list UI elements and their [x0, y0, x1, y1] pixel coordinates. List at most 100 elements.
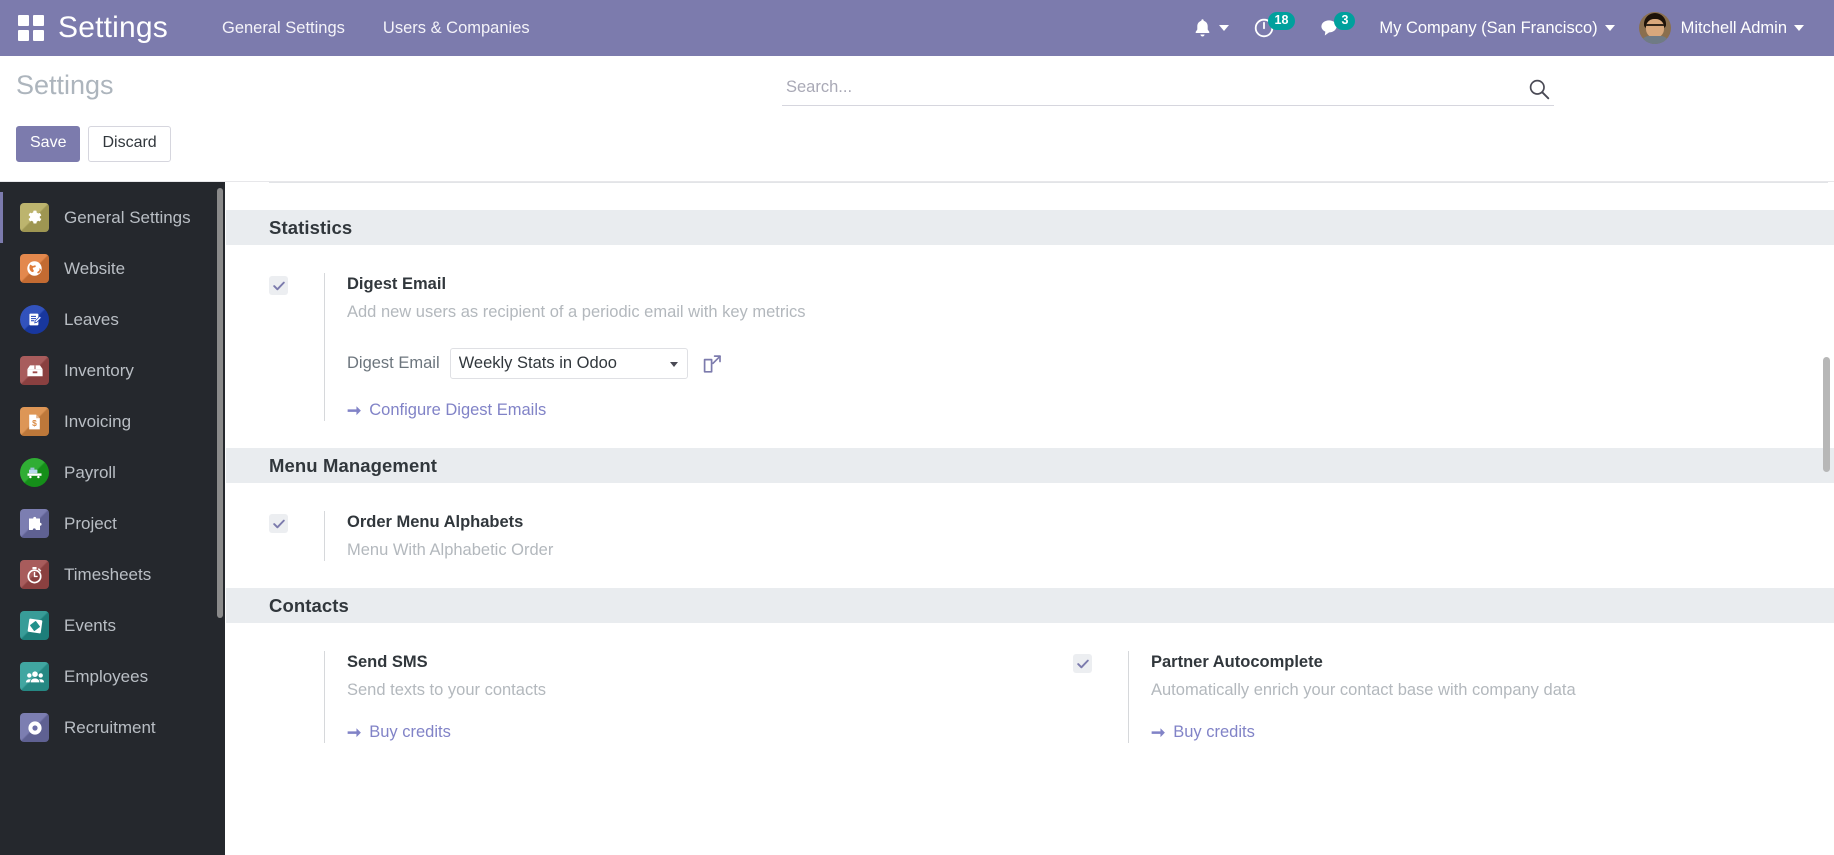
link-label: Buy credits [369, 723, 451, 741]
setting-text-block: Send SMS Send texts to your contacts ➞ B… [324, 651, 1030, 743]
diamond-ticket-icon [20, 611, 49, 640]
send-sms-checkbox[interactable] [269, 654, 288, 673]
digest-email-select[interactable]: Weekly Stats in Odoo [449, 348, 688, 379]
setting-text-block: Digest Email Add new users as recipient … [324, 273, 1030, 421]
section-title: Statistics [269, 216, 353, 238]
user-menu-button[interactable]: Mitchell Admin [1627, 0, 1816, 56]
sidebar-item-leaves[interactable]: Leaves [0, 294, 225, 345]
setting-label: Partner Autocomplete [1151, 653, 1323, 671]
avatar-body [1640, 36, 1669, 44]
sidebar-item-recruitment[interactable]: Recruitment [0, 702, 225, 753]
sidebar-item-events[interactable]: Events [0, 600, 225, 651]
digest-email-selected-value: Weekly Stats in Odoo [458, 354, 617, 372]
external-link-icon[interactable] [701, 353, 723, 375]
apps-grid-square [18, 30, 29, 41]
settings-sidebar: General Settings Website Leaves Inventor… [0, 182, 225, 855]
user-name-label: Mitchell Admin [1680, 18, 1787, 37]
arrow-right-icon: ➞ [1151, 723, 1166, 742]
setting-description: Send texts to your contacts [347, 681, 547, 699]
control-panel: Settings Save Discard [0, 56, 1834, 182]
sidebar-item-invoicing[interactable]: $ Invoicing [0, 396, 225, 447]
gear-icon [20, 203, 49, 232]
sidebar-scrollbar-thumb[interactable] [217, 188, 223, 618]
notepad-pencil-icon [20, 305, 49, 334]
discard-button[interactable]: Discard [88, 126, 171, 162]
apps-grid-square [33, 30, 44, 41]
sidebar-item-inventory[interactable]: Inventory [0, 345, 225, 396]
sidebar-item-employees[interactable]: Employees [0, 651, 225, 702]
partner-autocomplete-buy-credits-link[interactable]: ➞ Buy credits [1151, 723, 1255, 742]
breadcrumb[interactable]: Settings [16, 70, 114, 101]
sidebar-item-project[interactable]: Project [0, 498, 225, 549]
invoice-dollar-icon: $ [20, 407, 49, 436]
chevron-down-icon [1794, 25, 1804, 31]
section-title: Contacts [269, 594, 349, 616]
section-body-statistics: Digest Email Add new users as recipient … [226, 245, 1834, 421]
section-header-contacts: Contacts [226, 588, 1834, 623]
search-input-wrapper [782, 74, 1554, 106]
chevron-down-icon [1604, 25, 1615, 31]
company-switcher[interactable]: My Company (San Francisco) [1367, 0, 1626, 56]
order-menu-alphabets-checkbox[interactable] [269, 514, 288, 533]
sidebar-items: General Settings Website Leaves Inventor… [0, 182, 225, 753]
apps-grid-icon[interactable] [18, 15, 44, 41]
sidebar-item-label: Recruitment [64, 717, 156, 737]
content-scrollbar-thumb[interactable] [1823, 357, 1830, 472]
setting-text-block: Partner Autocomplete Automatically enric… [1128, 651, 1834, 743]
apps-grid-square [18, 15, 29, 26]
avatar [1638, 12, 1671, 44]
navbar-menu: General Settings Users & Companies [220, 13, 532, 44]
activity-badge-count: 18 [1267, 12, 1296, 30]
recruitment-icon [20, 713, 49, 742]
sidebar-item-website[interactable]: Website [0, 243, 225, 294]
save-button[interactable]: Save [16, 126, 81, 162]
chevron-down-icon [1218, 25, 1229, 31]
nav-item-users-companies[interactable]: Users & Companies [381, 13, 532, 44]
setting-partner-autocomplete: Partner Autocomplete Automatically enric… [1030, 651, 1834, 743]
digest-email-field-row: Digest Email Weekly Stats in Odoo [347, 348, 1030, 379]
configure-digest-emails-link[interactable]: ➞ Configure Digest Emails [347, 401, 546, 420]
nav-item-general-settings[interactable]: General Settings [220, 13, 347, 44]
sidebar-item-timesheets[interactable]: Timesheets [0, 549, 225, 600]
section-header-menu-management: Menu Management [226, 448, 1834, 483]
top-navbar: Settings General Settings Users & Compan… [0, 0, 1834, 56]
sidebar-item-label: Inventory [64, 360, 134, 380]
svg-text:$: $ [32, 418, 37, 428]
chat-badge-count: 3 [1334, 12, 1356, 30]
setting-digest-email: Digest Email Add new users as recipient … [226, 273, 1030, 421]
sidebar-item-label: Employees [64, 666, 149, 686]
payroll-icon [20, 458, 49, 487]
magnifier-icon[interactable] [1528, 78, 1550, 105]
chevron-down-icon [669, 361, 678, 367]
arrow-right-icon: ➞ [347, 401, 362, 420]
apps-grid-square [33, 15, 44, 26]
arrow-right-icon: ➞ [347, 723, 362, 742]
search-input[interactable] [786, 78, 1554, 97]
setting-send-sms: Send SMS Send texts to your contacts ➞ B… [226, 651, 1030, 743]
send-sms-buy-credits-link[interactable]: ➞ Buy credits [347, 723, 451, 742]
sidebar-item-label: Timesheets [64, 564, 152, 584]
partner-autocomplete-checkbox[interactable] [1073, 654, 1092, 673]
section-divider [269, 182, 1828, 183]
chat-button[interactable]: 3 [1307, 0, 1367, 56]
sidebar-item-payroll[interactable]: Payroll [0, 447, 225, 498]
sidebar-item-label: Website [64, 258, 126, 278]
app-brand-title[interactable]: Settings [58, 11, 168, 45]
digest-email-checkbox[interactable] [269, 276, 288, 295]
form-action-buttons: Save Discard [16, 126, 171, 162]
activity-menu-button[interactable] [1181, 0, 1241, 56]
sidebar-item-label: Project [64, 513, 117, 533]
setting-label: Send SMS [347, 653, 428, 671]
messaging-counter-button[interactable]: 18 [1241, 0, 1308, 56]
checkbox-cell [1073, 651, 1128, 743]
sidebar-item-label: Invoicing [64, 411, 132, 431]
navbar-systray: 18 3 My Company (San Francisco) Mitchell… [1181, 0, 1816, 56]
checkbox-cell [269, 511, 324, 561]
section-header-statistics: Statistics [226, 210, 1834, 245]
settings-content: Statistics Digest Email Add new users as… [225, 182, 1834, 855]
sidebar-item-general-settings[interactable]: General Settings [0, 192, 225, 243]
link-label: Buy credits [1173, 723, 1255, 741]
app-body: General Settings Website Leaves Inventor… [0, 182, 1834, 855]
sidebar-item-label: Payroll [64, 462, 116, 482]
setting-order-menu-alphabets: Order Menu Alphabets Menu With Alphabeti… [226, 511, 1030, 561]
